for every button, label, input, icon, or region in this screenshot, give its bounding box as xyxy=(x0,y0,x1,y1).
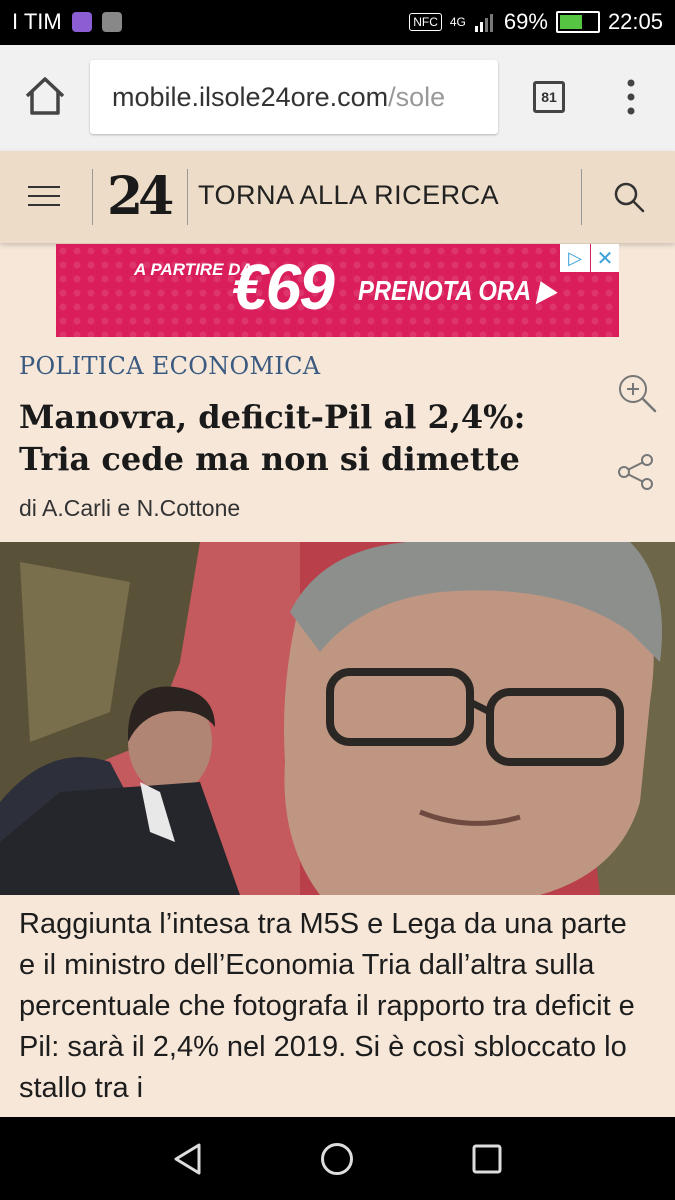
ad-cta: PRENOTA ORA ▶ xyxy=(358,275,556,306)
overflow-menu-icon[interactable] xyxy=(618,77,644,117)
article-section[interactable]: POLITICA ECONOMICA xyxy=(19,352,320,380)
browser-toolbar: mobile.ilsole24ore.com/sole 81 xyxy=(0,45,675,152)
search-icon[interactable] xyxy=(612,180,646,214)
network-type-label: 4G xyxy=(449,15,466,29)
adchoices-icon[interactable]: ▷ xyxy=(560,244,590,272)
article-title: Manovra, deficit-Pil al 2,4%: Tria cede … xyxy=(19,398,526,478)
advertisement-banner[interactable]: A PARTIRE DA €69 PRENOTA ORA ▶ ▷ ✕ xyxy=(56,244,619,337)
battery-percent: 69% xyxy=(503,9,548,34)
article-photo xyxy=(0,542,675,895)
battery-icon xyxy=(555,11,600,33)
battery-fill xyxy=(559,15,583,29)
back-nav-icon[interactable] xyxy=(170,1141,206,1177)
article-byline: di A.Carli e N.Cottone xyxy=(19,495,241,521)
divider xyxy=(187,169,188,225)
site-header: 24 TORNA ALLA RICERCA xyxy=(0,151,675,243)
site-logo[interactable]: 24 xyxy=(107,166,174,227)
nfc-icon: NFC xyxy=(409,13,442,31)
tab-switcher-button[interactable]: 81 xyxy=(533,81,565,113)
system-navigation-bar xyxy=(0,1117,675,1200)
message-notification-icon xyxy=(71,12,92,32)
back-to-search-link[interactable]: TORNA ALLA RICERCA xyxy=(198,180,499,211)
signal-icon xyxy=(474,14,493,32)
article-body: Raggiunta l’intesa tra M5S e Lega da una… xyxy=(19,908,635,1104)
image-notification-icon xyxy=(101,12,122,32)
home-icon[interactable] xyxy=(22,73,68,119)
divider xyxy=(92,169,93,225)
home-nav-icon[interactable] xyxy=(319,1141,355,1177)
ad-price: €69 xyxy=(232,251,335,323)
url-host: mobile.ilsole24ore.com xyxy=(112,81,389,112)
ad-close-icon[interactable]: ✕ xyxy=(591,244,619,272)
zoom-in-icon[interactable] xyxy=(616,372,658,414)
recents-nav-icon[interactable] xyxy=(470,1142,504,1176)
url-path: /sole xyxy=(388,81,446,112)
hamburger-menu-icon[interactable] xyxy=(28,185,64,207)
clock: 22:05 xyxy=(607,9,663,34)
url-bar[interactable]: mobile.ilsole24ore.com/sole xyxy=(90,60,498,134)
share-icon[interactable] xyxy=(616,452,656,492)
carrier-label: I TIM xyxy=(12,9,62,34)
status-bar: I TIM NFC 4G 69% 22:05 xyxy=(0,0,675,45)
divider xyxy=(581,169,582,225)
